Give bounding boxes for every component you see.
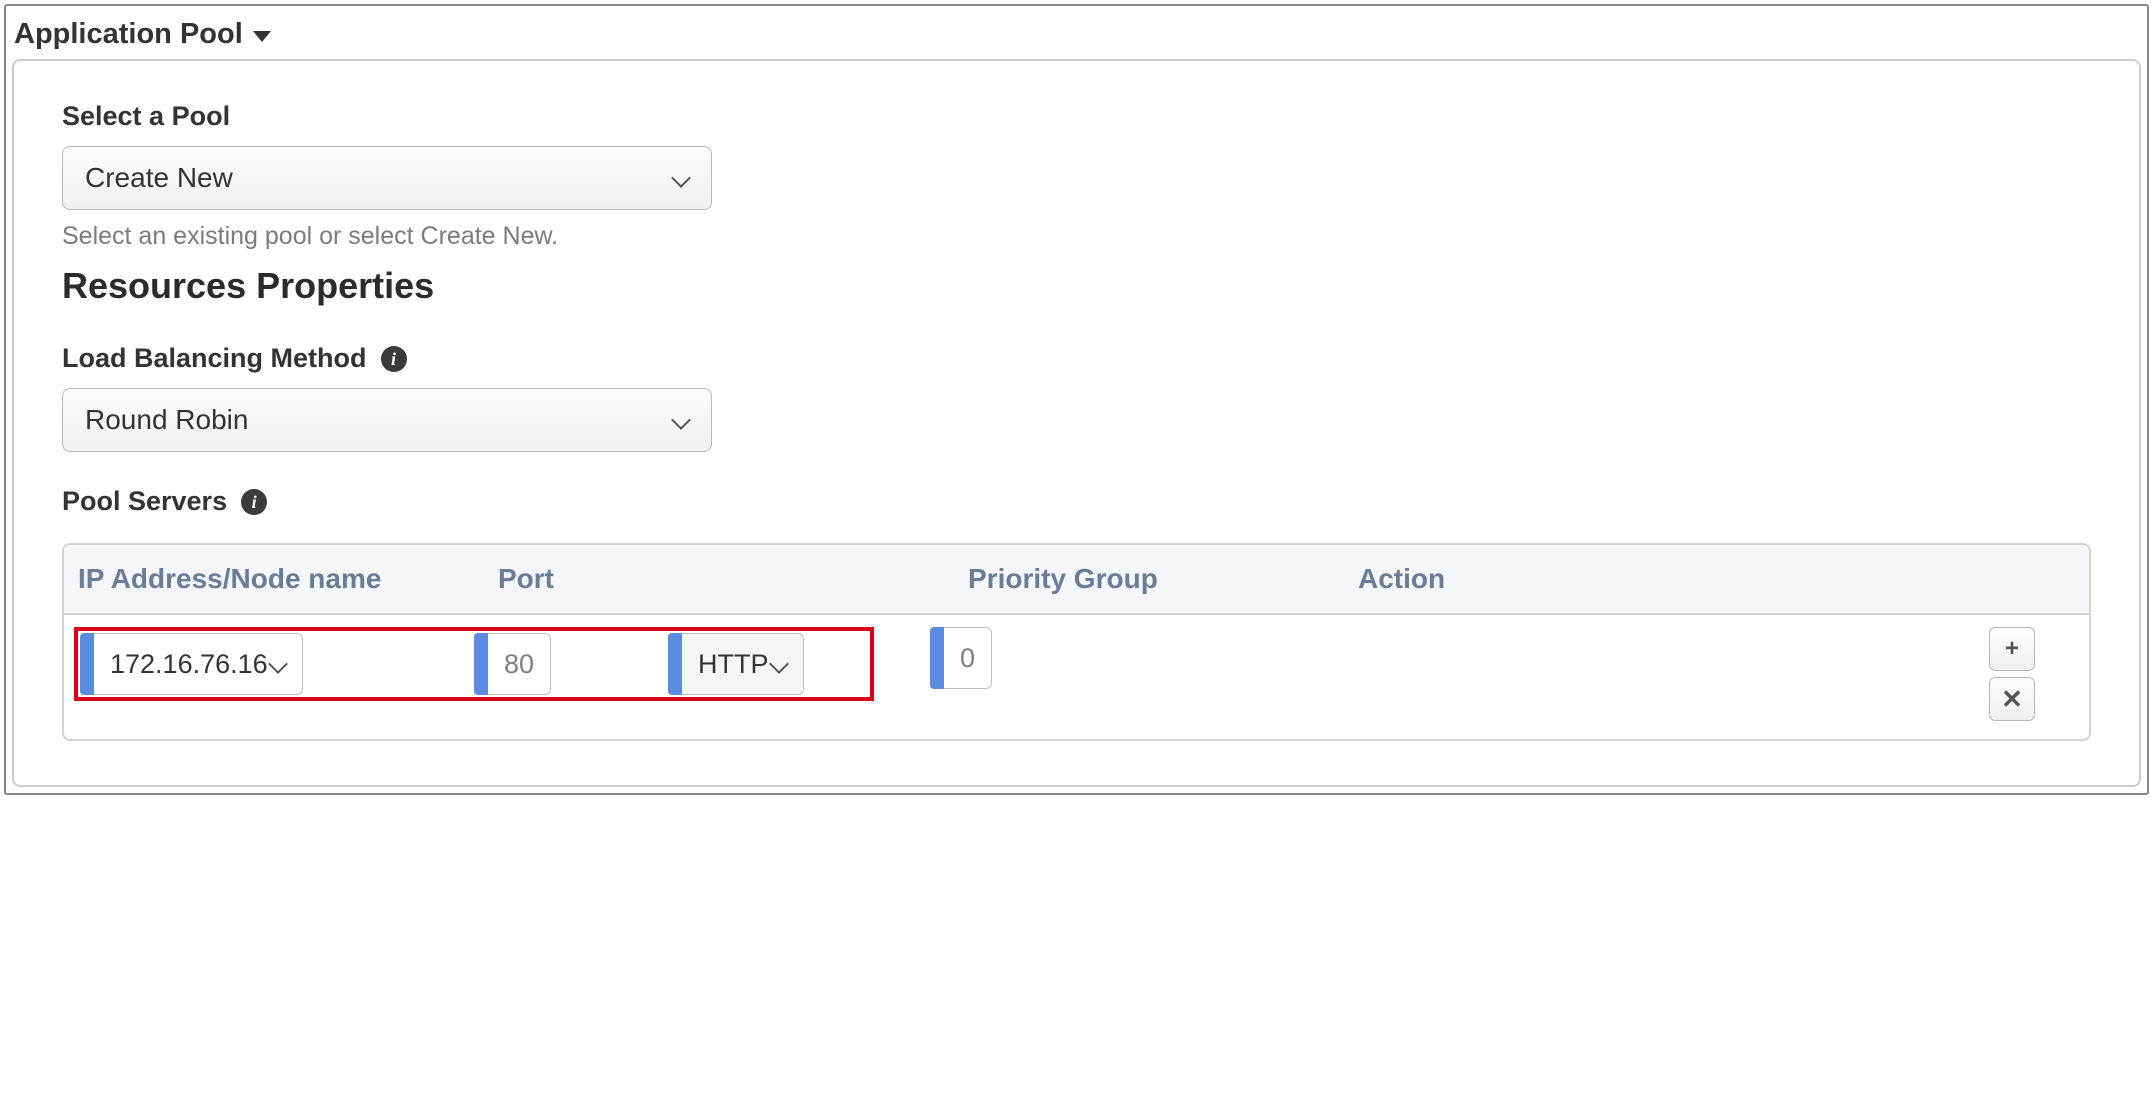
chevron-down-icon — [769, 655, 787, 673]
pool-servers-table: IP Address/Node name Port Priority Group… — [62, 543, 2091, 741]
protocol-value: HTTP — [698, 649, 769, 680]
pool-servers-label-text: Pool Servers — [62, 486, 227, 517]
remove-row-button[interactable]: ✕ — [1989, 677, 2035, 721]
port-value: 80 — [504, 649, 534, 680]
tag-bar — [930, 627, 944, 689]
th-action: Action — [1358, 563, 2075, 595]
chevron-down-icon — [671, 169, 689, 187]
chevron-down-icon — [268, 655, 286, 673]
plus-icon: + — [2005, 637, 2019, 661]
priority-group-value: 0 — [960, 643, 975, 674]
tag-bar — [668, 633, 682, 695]
port-field[interactable]: 80 — [474, 633, 644, 695]
caret-down-icon — [253, 31, 271, 42]
table-row: 172.16.76.16 80 HTTP — [64, 615, 2089, 739]
resources-properties-heading: Resources Properties — [62, 265, 2091, 307]
protocol-field[interactable]: HTTP — [668, 633, 868, 695]
section-title: Application Pool — [14, 18, 243, 51]
chevron-down-icon — [671, 411, 689, 429]
ip-address-field[interactable]: 172.16.76.16 — [80, 633, 450, 695]
priority-group-field[interactable]: 0 — [930, 627, 1250, 689]
th-port: Port — [498, 563, 968, 595]
section-header-application-pool[interactable]: Application Pool — [12, 12, 2141, 59]
application-pool-panel: Select a Pool Create New Select an exist… — [12, 59, 2141, 787]
lb-method-dropdown[interactable]: Round Robin — [62, 388, 712, 452]
pool-servers-label: Pool Servers i — [62, 486, 2091, 517]
select-pool-help: Select an existing pool or select Create… — [62, 222, 2091, 251]
info-icon[interactable]: i — [241, 489, 267, 515]
lb-method-label: Load Balancing Method i — [62, 343, 2091, 374]
highlighted-group: 172.16.76.16 80 HTTP — [74, 627, 874, 701]
tag-bar — [80, 633, 94, 695]
tag-bar — [474, 633, 488, 695]
th-priority-group: Priority Group — [968, 563, 1358, 595]
select-pool-dropdown[interactable]: Create New — [62, 146, 712, 210]
close-icon: ✕ — [2001, 686, 2023, 712]
add-row-button[interactable]: + — [1989, 627, 2035, 671]
action-column: + ✕ — [1989, 627, 2079, 721]
select-pool-value: Create New — [85, 162, 233, 194]
ip-address-value: 172.16.76.16 — [110, 649, 268, 680]
info-icon[interactable]: i — [381, 346, 407, 372]
lb-method-label-text: Load Balancing Method — [62, 343, 367, 374]
table-header: IP Address/Node name Port Priority Group… — [64, 545, 2089, 615]
lb-method-value: Round Robin — [85, 404, 248, 436]
select-pool-label: Select a Pool — [62, 101, 2091, 132]
select-pool-label-text: Select a Pool — [62, 101, 230, 132]
th-ip: IP Address/Node name — [78, 563, 498, 595]
